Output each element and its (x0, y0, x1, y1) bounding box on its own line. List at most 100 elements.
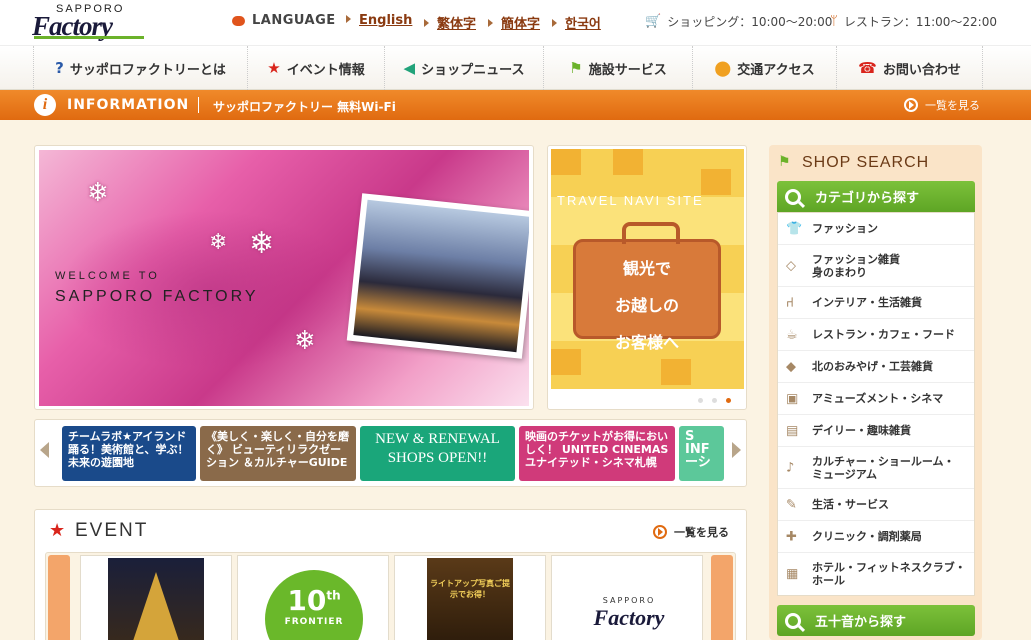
lightup-text: ライトアップ写真ご提示でお得！ (430, 579, 510, 599)
information-title: INFORMATION (67, 97, 190, 113)
language-english-link[interactable]: English (346, 13, 412, 28)
banner-new-shops[interactable]: NEW & RENEWAL SHOPS OPEN!! (360, 426, 515, 481)
banner-info[interactable]: S INF ーシ (679, 426, 724, 481)
nav-access[interactable]: ⬤ 交通アクセス (692, 46, 836, 90)
travel-heading: TRAVEL NAVI SITE (557, 193, 704, 208)
category-clinic[interactable]: ✚ クリニック・調剤薬局 (778, 521, 974, 553)
restaurant-hours-text: レストラン：11:00～22:00 (843, 15, 997, 29)
nav-access-label: 交通アクセス (737, 62, 815, 78)
slider-dot[interactable] (698, 398, 703, 403)
category-restaurant[interactable]: ☕ レストラン・カフェ・フード (778, 319, 974, 351)
nav-events[interactable]: ★ イベント情報 (247, 46, 384, 90)
banner-teamlab[interactable]: チームラボ★アイランド 踊る！美術館と、学ぶ！未来の遊園地 (62, 426, 196, 481)
pattern-block (701, 169, 731, 195)
language-korean-link[interactable]: 한국어 (552, 13, 601, 32)
carousel-prev-arrow-icon[interactable] (40, 442, 49, 458)
frontier-label: FRONTIER (284, 617, 344, 627)
travel-line-3: お客様へ (614, 333, 679, 352)
snowflake-icon: ❄ (294, 326, 316, 356)
hero-title: SAPPORO FACTORY (55, 288, 259, 305)
nav-contact[interactable]: ☎ お問い合わせ (836, 46, 983, 90)
nav-about[interactable]: ? サッポロファクトリーとは (33, 46, 247, 90)
category-hotel[interactable]: ▦ ホテル・フィットネスクラブ・ ホール (778, 553, 974, 595)
nav-shop-news-label: ショップニュース (421, 62, 525, 78)
shopping-hours-text: ショッピング：10:00～20:00 (667, 15, 833, 29)
map-pin-icon: ⬤ (714, 59, 732, 77)
shop-search-panel: ⚑ SHOP SEARCH カテゴリから探す 👕 ファッション ◇ ファッション雑貨… (769, 145, 982, 640)
category-fashion[interactable]: 👕 ファッション (778, 213, 974, 245)
camera-icon: ▣ (786, 391, 799, 406)
play-circle-icon (653, 525, 667, 539)
frontier-number: 10th (287, 584, 341, 617)
phone-icon: ☎ (858, 59, 877, 77)
question-icon: ? (55, 59, 64, 77)
language-simplified-chinese-link[interactable]: 簡体字 (488, 13, 540, 32)
hero-welcome-text: WELCOME TO (55, 270, 160, 282)
category-daily[interactable]: ▤ デイリー・趣味雑貨 (778, 415, 974, 447)
cart-icon: 🛒 (645, 14, 662, 29)
christmas-tree-image (108, 558, 204, 640)
slider-dot[interactable] (712, 398, 717, 403)
information-more-label: 一覧を見る (925, 99, 980, 112)
category-fashion-goods[interactable]: ◇ ファッション雑貨 身のまわり (778, 245, 974, 287)
category-souvenir[interactable]: ◆ 北のおみやげ・工芸雑貨 (778, 351, 974, 383)
category-list: 👕 ファッション ◇ ファッション雑貨 身のまわり ⑁ インテリア・生活雑貨 ☕ レスト… (777, 212, 975, 596)
banner-beauty-text: 《美しく・楽しく・自分を磨く》 ビューティリラクゼーション ＆カルチャーGUID… (206, 430, 349, 469)
flag-icon: ⚑ (569, 59, 583, 77)
hero-image[interactable]: ❄ ❄ ❄ ❄ WELCOME TO SAPPORO FACTORY (39, 150, 529, 406)
restaurant-hours: ᛘ レストラン：11:00～22:00 (830, 13, 997, 30)
language-label-text: LANGUAGE (252, 13, 336, 28)
event-more-link[interactable]: 一覧を見る (653, 524, 729, 540)
language-traditional-chinese-link[interactable]: 繁体字 (424, 13, 476, 32)
category-label: 生活・サービス (812, 498, 889, 511)
pattern-block (661, 359, 691, 385)
information-more-link[interactable]: 一覧を見る (904, 97, 980, 113)
event-card[interactable]: 10th FRONTIER (237, 555, 389, 640)
category-interior[interactable]: ⑁ インテリア・生活雑貨 (778, 287, 974, 319)
play-circle-icon (904, 98, 918, 112)
factory-logo-top: SAPPORO (602, 596, 656, 605)
banner-carousel: チームラボ★アイランド 踊る！美術館と、学ぶ！未来の遊園地 《美しく・楽しく・自… (34, 419, 747, 487)
nav-services[interactable]: ⚑ 施設サービス (543, 46, 692, 90)
event-card[interactable]: ライトアップ写真ご提示でお得！ (394, 555, 546, 640)
travel-navi-banner[interactable]: TRAVEL NAVI SITE 観光で お越しの お客様へ (547, 145, 747, 410)
nav-shop-news[interactable]: ◀ ショップニュース (384, 46, 543, 90)
site-logo[interactable]: SAPPORO Factory (32, 3, 147, 43)
nav-about-label: サッポロファクトリーとは (69, 62, 226, 78)
event-next-button[interactable] (711, 555, 733, 640)
carousel-next-arrow-icon[interactable] (732, 442, 741, 458)
cup-icon: ☕ (786, 327, 798, 342)
lightup-photo-image: ライトアップ写真ご提示でお得！ (427, 558, 513, 640)
category-culture[interactable]: ♪ カルチャー・ショールーム・ ミュージアム (778, 447, 974, 489)
banner-beauty[interactable]: 《美しく・楽しく・自分を磨く》 ビューティリラクゼーション ＆カルチャーGUID… (200, 426, 356, 481)
category-search-header[interactable]: カテゴリから探す (777, 181, 975, 212)
event-card[interactable]: SAPPORO Factory (551, 555, 703, 640)
shirt-icon: 👕 (786, 221, 803, 236)
category-label: ホテル・フィットネスクラブ・ ホール (812, 561, 966, 587)
category-label: ファッション雑貨 身のまわり (812, 252, 900, 279)
kana-search-label: 五十音から探す (815, 615, 907, 630)
snowflake-icon: ❄ (209, 230, 228, 255)
travel-navi-image[interactable]: TRAVEL NAVI SITE 観光で お越しの お客様へ (551, 149, 744, 389)
main-nav: ? サッポロファクトリーとは ★ イベント情報 ◀ ショップニュース ⚑ 施設サ… (0, 46, 1031, 90)
event-prev-button[interactable] (48, 555, 70, 640)
banner-cinema[interactable]: 映画のチケットがお得においしく！ UNITED CINEMAS ユナイテッド・シ… (519, 426, 675, 481)
information-headline-link[interactable]: サッポロファクトリー 無料Wi-Fi (213, 98, 396, 115)
factory-logo: SAPPORO Factory (574, 596, 684, 631)
event-carousel: 10th FRONTIER ライトアップ写真ご提示でお得！ SAPPORO Fa… (45, 552, 736, 640)
category-label: アミューズメント・シネマ (812, 392, 944, 405)
slider-dot-active[interactable] (726, 398, 731, 403)
hero-slider[interactable]: ❄ ❄ ❄ ❄ WELCOME TO SAPPORO FACTORY (34, 145, 534, 410)
kana-search-header[interactable]: 五十音から探す (777, 605, 975, 636)
diamond-icon: ◇ (786, 258, 796, 273)
information-divider (198, 97, 199, 113)
category-label: カルチャー・ショールーム・ ミュージアム (812, 454, 955, 481)
category-search-label: カテゴリから探す (815, 191, 920, 206)
category-service[interactable]: ✎ 生活・サービス (778, 489, 974, 521)
event-card[interactable] (80, 555, 232, 640)
category-amusement[interactable]: ▣ アミューズメント・シネマ (778, 383, 974, 415)
category-label: ファッション (812, 222, 878, 235)
language-label: LANGUAGE (232, 13, 336, 28)
nav-contact-label: お問い合わせ (882, 62, 961, 78)
nav-events-label: イベント情報 (286, 62, 365, 78)
